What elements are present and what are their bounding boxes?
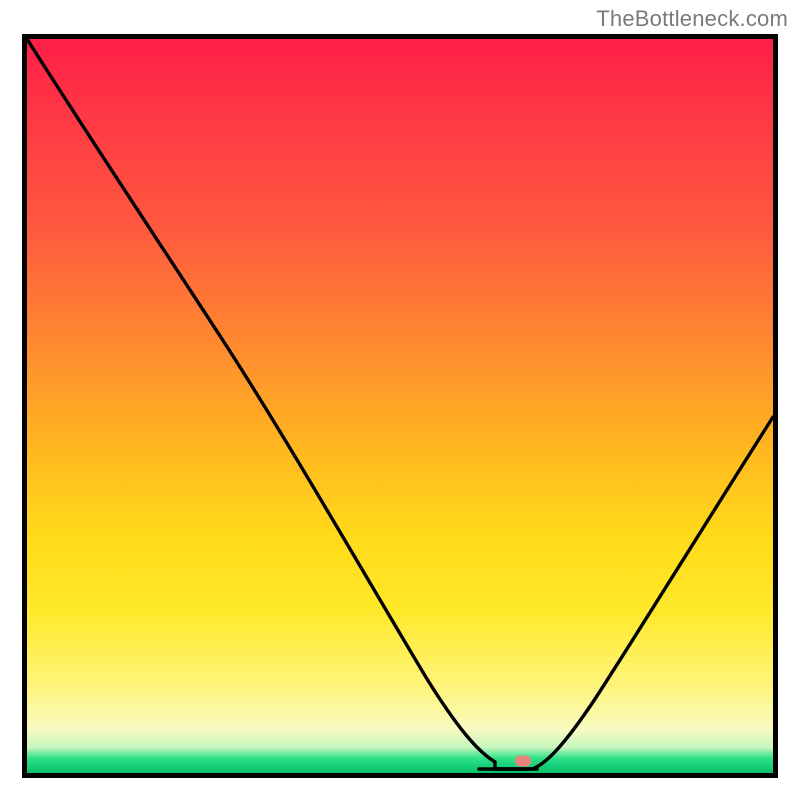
chart-root: TheBottleneck.com xyxy=(0,0,800,800)
bottleneck-curve xyxy=(27,39,773,773)
plot-area xyxy=(22,34,778,778)
attribution-label: TheBottleneck.com xyxy=(596,6,788,32)
optimal-point-marker xyxy=(515,756,531,767)
